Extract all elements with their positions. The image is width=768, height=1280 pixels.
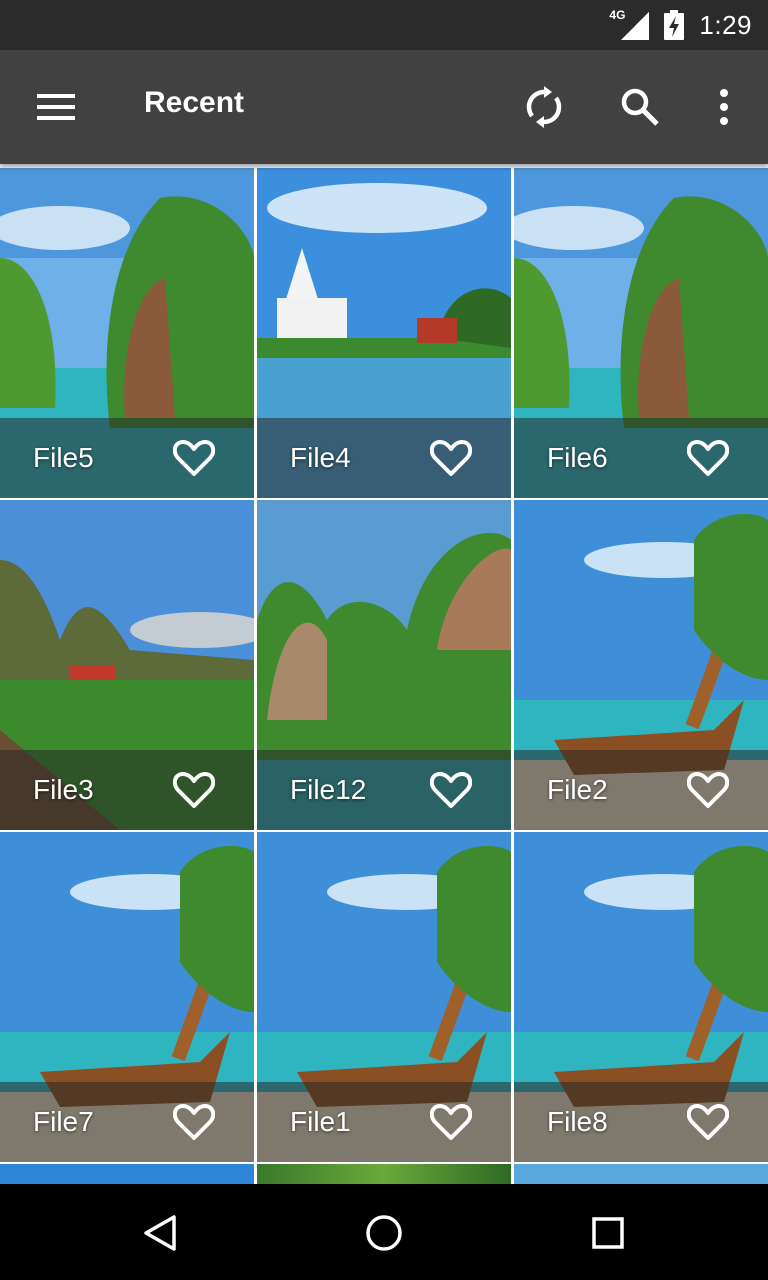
file-tile[interactable]: File3 (0, 500, 254, 830)
heart-outline-icon (173, 1104, 215, 1140)
favorite-button[interactable] (427, 766, 475, 814)
file-tile[interactable]: File4 (257, 168, 511, 498)
back-icon (144, 1215, 176, 1251)
app-toolbar: Recent (0, 50, 768, 164)
file-tile[interactable]: File6 (514, 168, 768, 498)
file-grid: File5 File4 File6 File3 File12 File2 File7 File… (0, 168, 768, 1184)
heart-outline-icon (430, 1104, 472, 1140)
heart-outline-icon (687, 1104, 729, 1140)
tile-caption: File5 (0, 418, 254, 498)
heart-outline-icon (687, 440, 729, 476)
heart-outline-icon (430, 772, 472, 808)
favorite-button[interactable] (684, 766, 732, 814)
tile-caption: File1 (257, 1082, 511, 1162)
file-tile[interactable]: File8 (514, 832, 768, 1162)
file-name: File3 (33, 774, 94, 805)
recents-icon (592, 1217, 624, 1249)
file-name: File12 (290, 774, 367, 805)
battery-charging-icon (663, 10, 685, 40)
favorite-button[interactable] (170, 434, 218, 482)
search-icon (621, 88, 659, 126)
back-button[interactable] (135, 1208, 185, 1258)
favorite-button[interactable] (684, 1098, 732, 1146)
favorite-button[interactable] (684, 434, 732, 482)
file-name: File4 (290, 442, 351, 473)
file-tile[interactable]: File1 (257, 832, 511, 1162)
file-tile[interactable]: File7 (0, 832, 254, 1162)
file-name: File7 (33, 1106, 94, 1137)
tile-caption: File12 (257, 750, 511, 830)
more-options-button[interactable] (698, 81, 750, 133)
home-button[interactable] (359, 1208, 409, 1258)
file-name: File8 (547, 1106, 608, 1137)
file-name: File5 (33, 442, 94, 473)
status-icons: 4G 1:29 (609, 0, 752, 50)
favorite-button[interactable] (170, 1098, 218, 1146)
menu-icon (37, 94, 75, 120)
file-name: File2 (547, 774, 608, 805)
more-vert-icon (720, 89, 728, 125)
navigation-bar (0, 1184, 768, 1280)
partial-tile[interactable] (514, 1164, 768, 1184)
file-tile[interactable]: File5 (0, 168, 254, 498)
signal-icon: 4G (609, 8, 650, 40)
heart-outline-icon (687, 772, 729, 808)
heart-outline-icon (430, 440, 472, 476)
partial-tile[interactable] (257, 1164, 511, 1184)
menu-button[interactable] (30, 81, 82, 133)
tile-caption: File7 (0, 1082, 254, 1162)
tile-caption: File4 (257, 418, 511, 498)
heart-outline-icon (173, 772, 215, 808)
file-tile[interactable]: File2 (514, 500, 768, 830)
sync-icon (526, 86, 562, 128)
sync-button[interactable] (518, 81, 570, 133)
favorite-button[interactable] (427, 1098, 475, 1146)
tile-caption: File3 (0, 750, 254, 830)
file-tile[interactable]: File12 (257, 500, 511, 830)
home-icon (366, 1215, 402, 1251)
recents-button[interactable] (583, 1208, 633, 1258)
heart-outline-icon (173, 440, 215, 476)
search-button[interactable] (614, 81, 666, 133)
file-name: File1 (290, 1106, 351, 1137)
favorite-button[interactable] (170, 766, 218, 814)
network-type: 4G (609, 8, 626, 22)
tile-caption: File2 (514, 750, 768, 830)
tile-caption: File6 (514, 418, 768, 498)
status-time: 1:29 (699, 9, 752, 40)
page-title: Recent (144, 86, 245, 119)
tile-caption: File8 (514, 1082, 768, 1162)
file-name: File6 (547, 442, 608, 473)
partial-tile[interactable] (0, 1164, 254, 1184)
favorite-button[interactable] (427, 434, 475, 482)
status-bar: 4G 1:29 (0, 0, 768, 50)
